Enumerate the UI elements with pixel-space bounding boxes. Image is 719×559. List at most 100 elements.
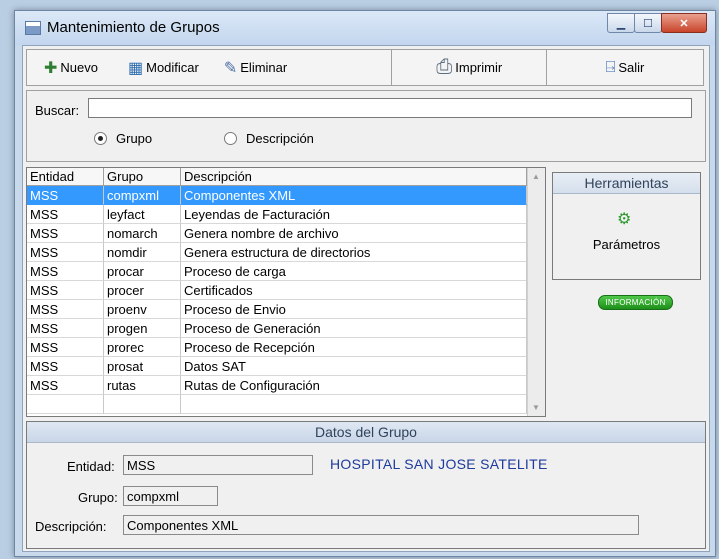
cell-descripcion: Componentes XML xyxy=(181,186,527,205)
grid-body: MSS compxml Componentes XML MSS leyfact Leyen… xyxy=(27,186,527,414)
cell-entidad: MSS xyxy=(27,243,104,262)
grupo-label: Grupo: xyxy=(78,490,118,505)
table-row[interactable]: MSS nomdir Genera estructura de directorio… xyxy=(27,243,527,262)
entidad-label: Entidad: xyxy=(67,459,115,474)
radio-grupo-indicator xyxy=(94,132,107,145)
groups-grid[interactable]: Entidad Grupo Descripción MSS compxml Comp… xyxy=(26,167,546,417)
cell-entidad: MSS xyxy=(27,186,104,205)
cell-descripcion: Proceso de carga xyxy=(181,262,527,281)
toolbar-group-edit: ✚ Nuevo ▦ Modificar ✎ Eliminar xyxy=(26,49,393,86)
cell-descripcion: Proceso de Envio xyxy=(181,300,527,319)
salir-button[interactable]: ⍈ Salir xyxy=(606,59,645,77)
table-row[interactable]: MSS prosat Datos SAT xyxy=(27,357,527,376)
nuevo-label: Nuevo xyxy=(60,60,98,75)
search-panel: Buscar: Grupo Descripción xyxy=(26,90,706,162)
title-bar[interactable]: Mantenimiento de Grupos ▁ ☐ ✕ xyxy=(15,11,715,45)
toolbar: ✚ Nuevo ▦ Modificar ✎ Eliminar ⎙ Imprimi… xyxy=(26,49,704,86)
cell-descripcion: Proceso de Generación xyxy=(181,319,527,338)
descripcion-label: Descripción: xyxy=(35,519,107,534)
printer-icon: ⎙ xyxy=(436,56,453,78)
descripcion-field: Componentes XML xyxy=(123,515,639,535)
imprimir-label: Imprimir xyxy=(455,60,503,75)
tools-panel-title: Herramientas xyxy=(553,173,700,194)
tools-panel: Herramientas ⚙ Parámetros xyxy=(552,172,701,280)
exit-door-icon: ⍈ xyxy=(605,58,616,76)
edit-grid-icon: ▦ xyxy=(127,59,144,77)
search-label: Buscar: xyxy=(35,103,80,118)
table-row[interactable]: MSS procar Proceso de carga xyxy=(27,262,527,281)
table-row[interactable]: MSS leyfact Leyendas de Facturación xyxy=(27,205,527,224)
toolbar-group-print: ⎙ Imprimir xyxy=(391,49,548,86)
table-row[interactable]: MSS rutas Rutas de Configuración xyxy=(27,376,527,395)
cell-grupo: procer xyxy=(104,281,181,300)
radio-descripcion[interactable]: Descripción xyxy=(224,131,314,146)
radio-grupo[interactable]: Grupo xyxy=(94,131,152,146)
new-record-icon: ✚ xyxy=(44,59,58,77)
table-row[interactable]: MSS proenv Proceso de Envio xyxy=(27,300,527,319)
cell-descripcion: Leyendas de Facturación xyxy=(181,205,527,224)
table-row-empty xyxy=(27,395,527,414)
gear-icon[interactable]: ⚙ xyxy=(617,209,631,229)
group-details-title: Datos del Grupo xyxy=(27,422,705,443)
table-row[interactable]: MSS compxml Componentes XML xyxy=(27,186,527,205)
nuevo-button[interactable]: ✚ Nuevo xyxy=(44,58,98,78)
entidad-name: HOSPITAL SAN JOSE SATELITE xyxy=(330,456,548,472)
close-button[interactable]: ✕ xyxy=(661,13,707,33)
maximize-button[interactable]: ☐ xyxy=(634,13,662,33)
eliminar-button[interactable]: ✎ Eliminar xyxy=(224,58,287,78)
grupo-field: compxml xyxy=(123,486,218,506)
grid-vertical-scrollbar[interactable]: ▲ ▼ xyxy=(527,168,545,416)
cell-empty xyxy=(104,395,181,414)
client-area: ✚ Nuevo ▦ Modificar ✎ Eliminar ⎙ Imprimi… xyxy=(22,45,710,552)
minimize-button[interactable]: ▁ xyxy=(607,13,635,33)
cell-grupo: proenv xyxy=(104,300,181,319)
cell-grupo: progen xyxy=(104,319,181,338)
cell-grupo: prosat xyxy=(104,357,181,376)
table-row[interactable]: MSS procer Certificados xyxy=(27,281,527,300)
cell-entidad: MSS xyxy=(27,338,104,357)
imprimir-button[interactable]: ⎙ Imprimir xyxy=(436,56,502,79)
table-row[interactable]: MSS progen Proceso de Generación xyxy=(27,319,527,338)
cell-empty xyxy=(181,395,527,414)
cell-entidad: MSS xyxy=(27,281,104,300)
delete-icon: ✎ xyxy=(223,59,238,77)
column-header-grupo[interactable]: Grupo xyxy=(104,168,181,185)
modificar-button[interactable]: ▦ Modificar xyxy=(128,58,199,78)
cell-grupo: procar xyxy=(104,262,181,281)
table-row[interactable]: MSS prorec Proceso de Recepción xyxy=(27,338,527,357)
cell-entidad: MSS xyxy=(27,357,104,376)
parametros-button[interactable]: Parámetros xyxy=(553,237,700,252)
cell-descripcion: Genera estructura de directorios xyxy=(181,243,527,262)
cell-grupo: nomdir xyxy=(104,243,181,262)
cell-descripcion: Proceso de Recepción xyxy=(181,338,527,357)
caption-buttons: ▁ ☐ ✕ xyxy=(607,13,707,33)
cell-grupo: rutas xyxy=(104,376,181,395)
table-row[interactable]: MSS nomarch Genera nombre de archivo xyxy=(27,224,527,243)
cell-descripcion: Rutas de Configuración xyxy=(181,376,527,395)
cell-entidad: MSS xyxy=(27,262,104,281)
cell-descripcion: Certificados xyxy=(181,281,527,300)
search-input[interactable] xyxy=(88,98,692,118)
cell-grupo: leyfact xyxy=(104,205,181,224)
scroll-down-icon[interactable]: ▼ xyxy=(532,403,540,412)
window-title: Mantenimiento de Grupos xyxy=(47,19,220,36)
entidad-field: MSS xyxy=(123,455,313,475)
app-window-icon xyxy=(25,21,41,35)
column-header-descripcion[interactable]: Descripción xyxy=(181,168,527,185)
modificar-label: Modificar xyxy=(146,60,199,75)
scroll-up-icon[interactable]: ▲ xyxy=(532,172,540,181)
info-badge[interactable]: INFORMACIÓN xyxy=(598,295,673,310)
radio-grupo-label: Grupo xyxy=(116,131,153,146)
cell-entidad: MSS xyxy=(27,319,104,338)
toolbar-group-exit: ⍈ Salir xyxy=(546,49,704,86)
cell-entidad: MSS xyxy=(27,224,104,243)
grid-header: Entidad Grupo Descripción xyxy=(27,168,527,186)
cell-entidad: MSS xyxy=(27,300,104,319)
cell-descripcion: Datos SAT xyxy=(181,357,527,376)
cell-empty xyxy=(27,395,104,414)
group-details-panel: Datos del Grupo Entidad: MSS HOSPITAL SA… xyxy=(26,421,706,549)
radio-descripcion-label: Descripción xyxy=(246,131,314,146)
radio-descripcion-indicator xyxy=(224,132,237,145)
cell-descripcion: Genera nombre de archivo xyxy=(181,224,527,243)
column-header-entidad[interactable]: Entidad xyxy=(27,168,104,185)
